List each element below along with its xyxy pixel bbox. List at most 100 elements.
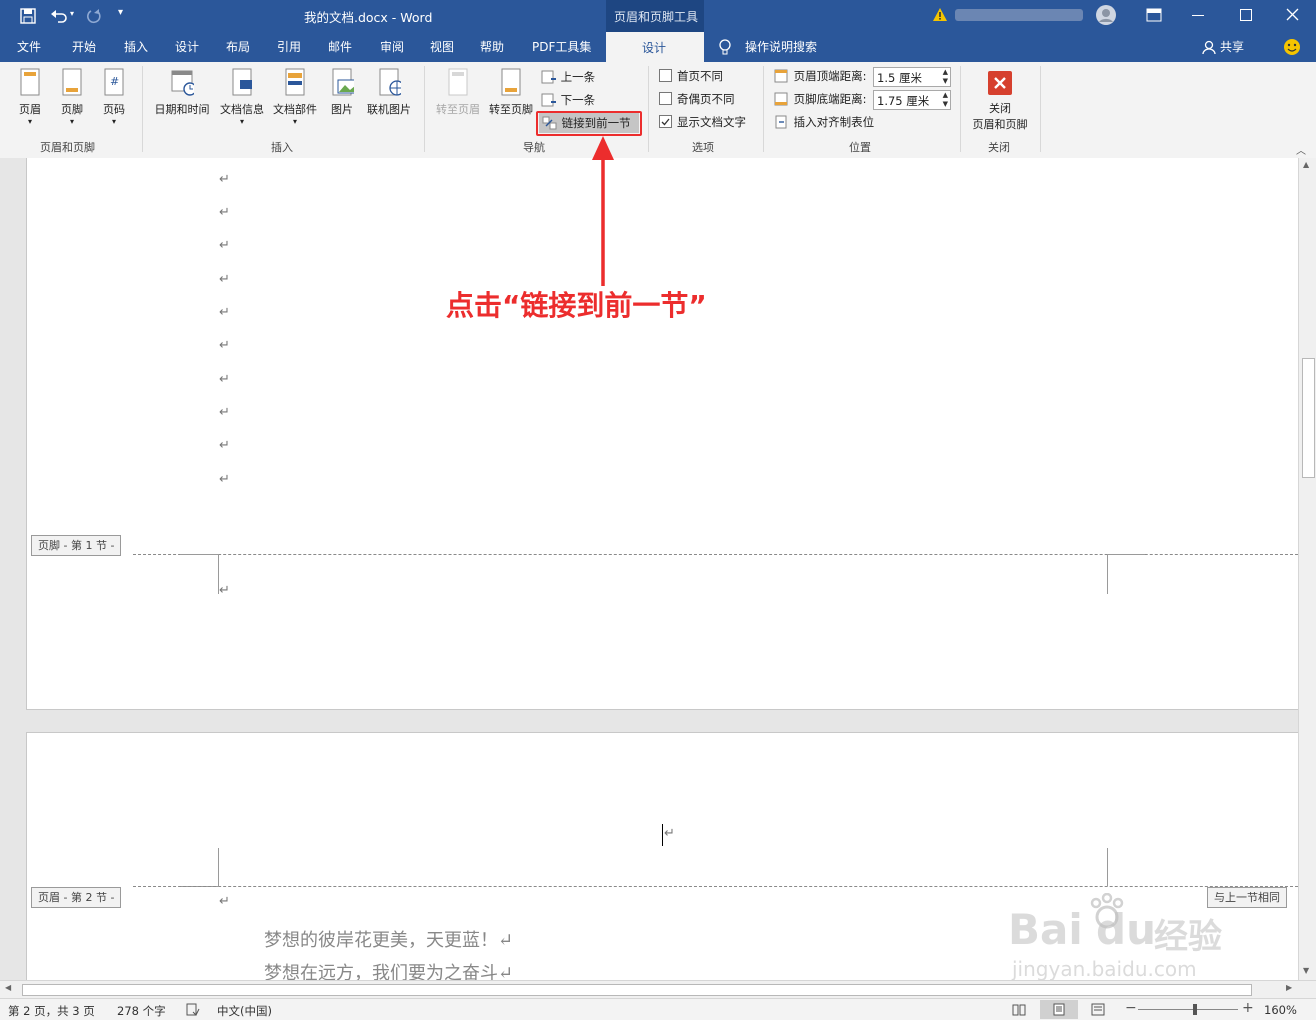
page-1[interactable] <box>26 158 1298 710</box>
tab-help[interactable]: 帮助 <box>480 32 504 62</box>
insert-alignment-tab-button[interactable]: 插入对齐制表位 <box>774 112 874 132</box>
tab-pdf-tools[interactable]: PDF工具集 <box>532 32 591 62</box>
header-button[interactable]: 页眉 ▾ <box>14 68 46 126</box>
tab-hf-design-label: 设计 <box>642 41 667 55</box>
language-indicator[interactable]: 中文(中国) <box>217 1003 272 1019</box>
date-time-button[interactable]: 日期和时间 <box>151 68 213 117</box>
customize-qat-icon[interactable]: ▾ <box>118 7 123 18</box>
page-count[interactable]: 第 2 页，共 3 页 <box>8 1003 95 1019</box>
margin-corner-mark <box>180 554 218 555</box>
user-avatar-icon[interactable] <box>1095 4 1117 26</box>
tab-insert[interactable]: 插入 <box>124 32 148 62</box>
minimize-icon[interactable] <box>1192 15 1204 16</box>
zoom-in-button[interactable]: + <box>1242 1000 1254 1016</box>
tab-layout[interactable]: 布局 <box>226 32 250 62</box>
tab-mailings[interactable]: 邮件 <box>328 32 352 62</box>
different-first-page-checkbox[interactable]: 首页不同 <box>659 66 723 86</box>
warning-icon[interactable] <box>932 7 948 22</box>
svg-text:#: # <box>110 75 119 88</box>
redo-icon[interactable] <box>86 8 102 24</box>
calendar-clock-icon <box>171 70 197 96</box>
tab-home[interactable]: 开始 <box>72 32 96 62</box>
footer-bottom-distance-label: 页脚底端距离: <box>774 89 867 109</box>
different-odd-even-checkbox[interactable]: 奇偶页不同 <box>659 89 735 109</box>
tab-review[interactable]: 审阅 <box>380 32 404 62</box>
annotation-text: 点击“链接到前一节” <box>446 289 707 322</box>
margin-corner-mark <box>218 848 219 886</box>
scroll-up-arrow-icon[interactable]: ▲ <box>1303 160 1309 169</box>
vertical-scrollbar[interactable]: ▲ ▼ <box>1298 158 1316 980</box>
previous-section-button[interactable]: 上一条 <box>541 67 595 87</box>
collapse-ribbon-icon[interactable]: ︿ <box>1296 142 1306 157</box>
read-mode-icon[interactable] <box>1012 1003 1026 1016</box>
page-number-button[interactable]: # 页码 ▾ <box>98 68 130 126</box>
picture-label: 图片 <box>331 103 353 116</box>
tab-file[interactable]: 文件 <box>17 32 41 62</box>
goto-header-button[interactable]: 转至页眉 <box>432 68 484 117</box>
close-red-x-icon <box>988 71 1012 95</box>
share-button[interactable]: 共享 <box>1220 32 1244 62</box>
quick-parts-button[interactable]: 文档部件 ▾ <box>269 68 321 126</box>
header-top-text: 页眉顶端距离: <box>793 69 867 83</box>
spin-arrows-icon[interactable]: ▲ ▼ <box>943 68 948 86</box>
zoom-slider-track[interactable] <box>1138 1009 1238 1010</box>
scroll-left-arrow-icon[interactable]: ◀ <box>5 983 11 992</box>
undo-icon[interactable] <box>50 8 68 24</box>
tab-hf-design-active[interactable]: 设计 <box>606 32 704 62</box>
document-info-button[interactable]: 文档信息 ▾ <box>216 68 268 126</box>
print-layout-button[interactable] <box>1040 1000 1078 1019</box>
body-text-line-1[interactable]: 梦想的彼岸花更美，天更蓝！↵ <box>264 926 513 952</box>
page-number-icon: # <box>104 68 124 96</box>
zoom-slider-handle[interactable] <box>1193 1004 1197 1015</box>
paragraph-mark: ↵ <box>219 205 230 220</box>
insert-alignment-tab-label: 插入对齐制表位 <box>793 115 875 129</box>
goto-footer-button[interactable]: 转至页脚 <box>485 68 537 117</box>
proofing-icon[interactable] <box>186 1003 200 1016</box>
smiley-feedback-icon[interactable] <box>1283 38 1301 56</box>
footer-bottom-distance-input[interactable]: 1.75 厘米 ▲ ▼ <box>873 90 951 110</box>
word-count[interactable]: 278 个字 <box>117 1003 166 1019</box>
document-info-label: 文档信息 <box>220 103 264 116</box>
tab-design[interactable]: 设计 <box>175 32 199 62</box>
zoom-out-button[interactable]: − <box>1125 1000 1137 1016</box>
footer-button[interactable]: 页脚 ▾ <box>56 68 88 126</box>
different-odd-even-label: 奇偶页不同 <box>677 92 735 106</box>
previous-label: 上一条 <box>560 70 596 84</box>
tab-references[interactable]: 引用 <box>277 32 301 62</box>
text-cursor <box>662 824 663 846</box>
show-document-text-label: 显示文档文字 <box>677 115 746 129</box>
save-icon[interactable] <box>20 8 36 24</box>
header-section-2-tag: 页眉 - 第 2 节 - <box>31 887 122 908</box>
group-separator <box>424 66 425 152</box>
spin-arrows-icon[interactable]: ▲ ▼ <box>943 91 948 109</box>
group-label-close: 关闭 <box>988 141 1010 154</box>
header-top-distance-input[interactable]: 1.5 厘米 ▲ ▼ <box>873 67 951 87</box>
close-header-footer-button[interactable]: 关闭 页眉和页脚 <box>966 70 1034 132</box>
show-document-text-checkbox[interactable]: 显示文档文字 <box>659 112 746 132</box>
baidu-watermark: Bai du 经验 jingyan.baidu.com <box>1008 893 1258 981</box>
online-picture-button[interactable]: 联机图片 <box>364 68 414 117</box>
scroll-down-arrow-icon[interactable]: ▼ <box>1303 966 1309 975</box>
body-text-line-2[interactable]: 梦想在远方，我们要为之奋斗↵ <box>264 959 513 980</box>
footer-bottom-value: 1.75 厘米 <box>877 94 930 108</box>
close-icon[interactable] <box>1286 8 1299 21</box>
horizontal-scroll-thumb[interactable] <box>22 984 1252 996</box>
group-separator <box>142 66 143 152</box>
undo-dropdown-icon[interactable]: ▾ <box>70 9 74 18</box>
document-canvas[interactable]: ↵ ↵ ↵ ↵ ↵ ↵ ↵ ↵ ↵ ↵ 页脚 - 第 1 节 - ↵ ↵ 页眉 … <box>0 158 1298 980</box>
scroll-right-arrow-icon[interactable]: ▶ <box>1286 983 1292 992</box>
horizontal-scrollbar[interactable]: ◀ ▶ <box>0 980 1316 998</box>
vertical-scroll-thumb[interactable] <box>1302 358 1315 478</box>
picture-button[interactable]: 图片 <box>326 68 358 117</box>
date-time-label: 日期和时间 <box>154 103 210 116</box>
zoom-level[interactable]: 160% <box>1264 1003 1297 1017</box>
maximize-icon[interactable] <box>1240 9 1252 21</box>
group-label-header-footer: 页眉和页脚 <box>40 141 95 154</box>
tab-view[interactable]: 视图 <box>430 32 454 62</box>
ribbon-display-icon[interactable] <box>1146 8 1162 22</box>
watermark-brand2: du <box>1096 905 1156 954</box>
footer-distance-icon <box>774 92 788 106</box>
tell-me-search[interactable]: 操作说明搜索 <box>745 32 817 62</box>
next-section-button[interactable]: 下一条 <box>541 90 595 110</box>
web-layout-icon[interactable] <box>1091 1003 1105 1016</box>
